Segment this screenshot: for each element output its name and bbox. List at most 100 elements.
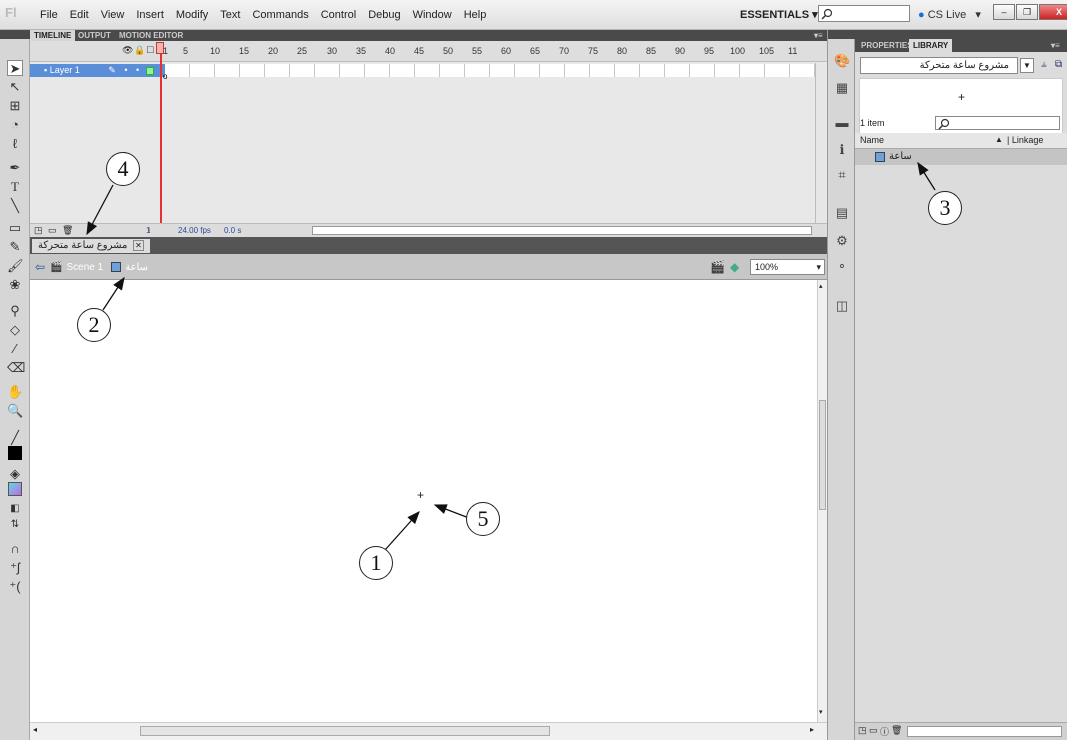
- layer-name[interactable]: Layer 1: [50, 65, 80, 75]
- back-arrow-icon[interactable]: ⇦: [35, 260, 45, 274]
- menu-window[interactable]: Window: [413, 9, 452, 21]
- cs-live-button[interactable]: ● CS Live ▾: [918, 8, 981, 21]
- eraser-tool-icon[interactable]: ⌫: [7, 360, 25, 376]
- free-transform-tool-icon[interactable]: ⊞: [7, 98, 23, 114]
- transform-panel-icon[interactable]: ⌗: [834, 167, 850, 183]
- tab-output[interactable]: OUTPUT: [74, 30, 115, 41]
- menu-view[interactable]: View: [101, 9, 125, 21]
- text-tool-icon[interactable]: T: [7, 179, 23, 195]
- menu-modify[interactable]: Modify: [176, 9, 208, 21]
- document-tab[interactable]: مشروع ساعة متحركة ✕: [32, 239, 150, 253]
- scroll-left-arrow[interactable]: ◂: [33, 725, 37, 734]
- scroll-up-arrow[interactable]: ▴: [819, 282, 823, 290]
- zoom-tool-icon[interactable]: 🔍: [7, 403, 23, 419]
- menu-debug[interactable]: Debug: [368, 9, 400, 21]
- workspace-switcher[interactable]: ESSENTIALS ▾: [740, 8, 818, 21]
- lasso-tool-icon[interactable]: ℓ: [7, 136, 23, 152]
- info-panel-icon[interactable]: ℹ: [834, 142, 850, 158]
- frames-row[interactable]: o: [163, 64, 815, 81]
- new-layer-icon[interactable]: ◳: [34, 225, 43, 236]
- pencil-tool-icon[interactable]: ✎: [7, 239, 23, 255]
- new-folder-icon[interactable]: ▭: [869, 725, 878, 736]
- show-hide-all-icon[interactable]: 👁: [122, 45, 133, 56]
- line-tool-icon[interactable]: ╲: [7, 198, 23, 214]
- pin-icon[interactable]: ⫨: [1041, 59, 1047, 70]
- project-panel-icon[interactable]: ◫: [834, 298, 850, 314]
- stroke-color-icon[interactable]: ╱: [7, 430, 23, 446]
- scroll-thumb[interactable]: [819, 400, 826, 510]
- chevron-down-icon[interactable]: ▼: [1020, 58, 1034, 73]
- library-horizontal-scrollbar[interactable]: [907, 726, 1062, 737]
- rectangle-tool-icon[interactable]: ▭: [7, 220, 23, 236]
- swatches-panel-icon[interactable]: ▦: [834, 80, 850, 96]
- delete-icon[interactable]: 🗑: [891, 725, 902, 736]
- layer-row[interactable]: ▪ Layer 1 ✎ • •: [30, 64, 165, 77]
- align-panel-icon[interactable]: ▬: [834, 115, 850, 131]
- menu-help[interactable]: Help: [464, 9, 487, 21]
- tab-library[interactable]: LIBRARY: [909, 39, 953, 52]
- pen-tool-icon[interactable]: ✒: [7, 160, 23, 176]
- stroke-color-swatch[interactable]: [8, 446, 22, 460]
- panel-menu-icon[interactable]: ▾≡: [810, 30, 827, 41]
- bone-tool-icon[interactable]: ⚲: [7, 303, 23, 319]
- outline-square-icon[interactable]: [145, 66, 154, 75]
- fill-color-swatch[interactable]: [8, 482, 22, 496]
- stage-horizontal-scrollbar[interactable]: ◂ ▸: [30, 722, 827, 740]
- tab-timeline[interactable]: TIMELINE: [30, 30, 76, 41]
- minimize-button[interactable]: –: [993, 4, 1015, 20]
- new-library-panel-icon[interactable]: ⧉: [1055, 59, 1062, 70]
- color-panel-icon[interactable]: 🎨: [834, 53, 850, 69]
- close-button[interactable]: X: [1039, 4, 1067, 20]
- tab-properties[interactable]: PROPERTIES: [857, 39, 917, 52]
- properties-icon[interactable]: ⓘ: [880, 725, 889, 738]
- scroll-down-arrow[interactable]: ▾: [819, 708, 823, 716]
- deco-tool-icon[interactable]: ❀: [7, 277, 23, 293]
- scroll-right-arrow[interactable]: ▸: [810, 725, 814, 734]
- scene-link[interactable]: Scene 1: [67, 262, 104, 273]
- edit-symbols-icon[interactable]: ◆: [730, 260, 739, 274]
- column-linkage[interactable]: | Linkage: [1007, 135, 1043, 145]
- menu-text[interactable]: Text: [220, 9, 240, 21]
- selection-tool-icon[interactable]: ➤: [7, 60, 23, 76]
- frame-rate[interactable]: 24.00 fps: [178, 226, 211, 235]
- snap-to-objects-icon[interactable]: ∩: [7, 541, 23, 557]
- menu-edit[interactable]: Edit: [70, 9, 89, 21]
- zoom-select[interactable]: 100% ▾: [750, 259, 825, 275]
- symbol-link[interactable]: ساعة: [125, 262, 148, 273]
- stage[interactable]: +: [30, 280, 817, 722]
- code-snippets-icon[interactable]: ▤: [834, 205, 850, 221]
- motion-presets-icon[interactable]: ∘: [834, 258, 850, 274]
- fill-color-icon[interactable]: ◈: [7, 466, 23, 482]
- brush-tool-icon[interactable]: 🖌: [7, 258, 24, 274]
- menu-commands[interactable]: Commands: [252, 9, 308, 21]
- menu-control[interactable]: Control: [321, 9, 356, 21]
- edit-scene-icon[interactable]: 🎬: [710, 260, 725, 274]
- help-search-input[interactable]: [818, 5, 910, 22]
- new-folder-icon[interactable]: ▭: [48, 225, 57, 236]
- eyedropper-tool-icon[interactable]: ⁄: [7, 341, 23, 357]
- close-tab-icon[interactable]: ✕: [133, 240, 144, 251]
- scroll-thumb[interactable]: [140, 726, 550, 736]
- timeline-horizontal-scrollbar[interactable]: [312, 226, 812, 235]
- smooth-icon[interactable]: ⁺ʃ: [7, 560, 23, 576]
- delete-layer-icon[interactable]: 🗑: [62, 225, 73, 236]
- subselection-tool-icon[interactable]: ↖: [7, 79, 23, 95]
- panel-menu-icon[interactable]: ▾≡: [1047, 39, 1064, 52]
- library-document-select[interactable]: مشروع ساعة متحركة: [860, 57, 1018, 74]
- outline-all-icon[interactable]: □: [147, 44, 154, 56]
- playhead-marker[interactable]: [156, 42, 164, 54]
- menu-file[interactable]: File: [40, 9, 58, 21]
- swap-colors-icon[interactable]: ⇅: [7, 517, 23, 533]
- new-symbol-icon[interactable]: ◳: [858, 725, 867, 736]
- lock-all-icon[interactable]: 🔒: [134, 45, 145, 56]
- hand-tool-icon[interactable]: ✋: [7, 384, 23, 400]
- playhead[interactable]: [156, 42, 164, 238]
- visibility-dot[interactable]: •: [124, 65, 127, 75]
- timeline-vertical-scrollbar[interactable]: [815, 63, 826, 223]
- components-icon[interactable]: ⚙: [834, 233, 850, 249]
- lock-dot[interactable]: •: [136, 65, 139, 75]
- 3d-rotation-tool-icon[interactable]: ◔: [7, 117, 23, 133]
- sort-icon[interactable]: ▲: [995, 135, 1003, 144]
- column-name[interactable]: Name: [860, 135, 884, 145]
- stage-vertical-scrollbar[interactable]: ▴ ▾: [817, 280, 827, 722]
